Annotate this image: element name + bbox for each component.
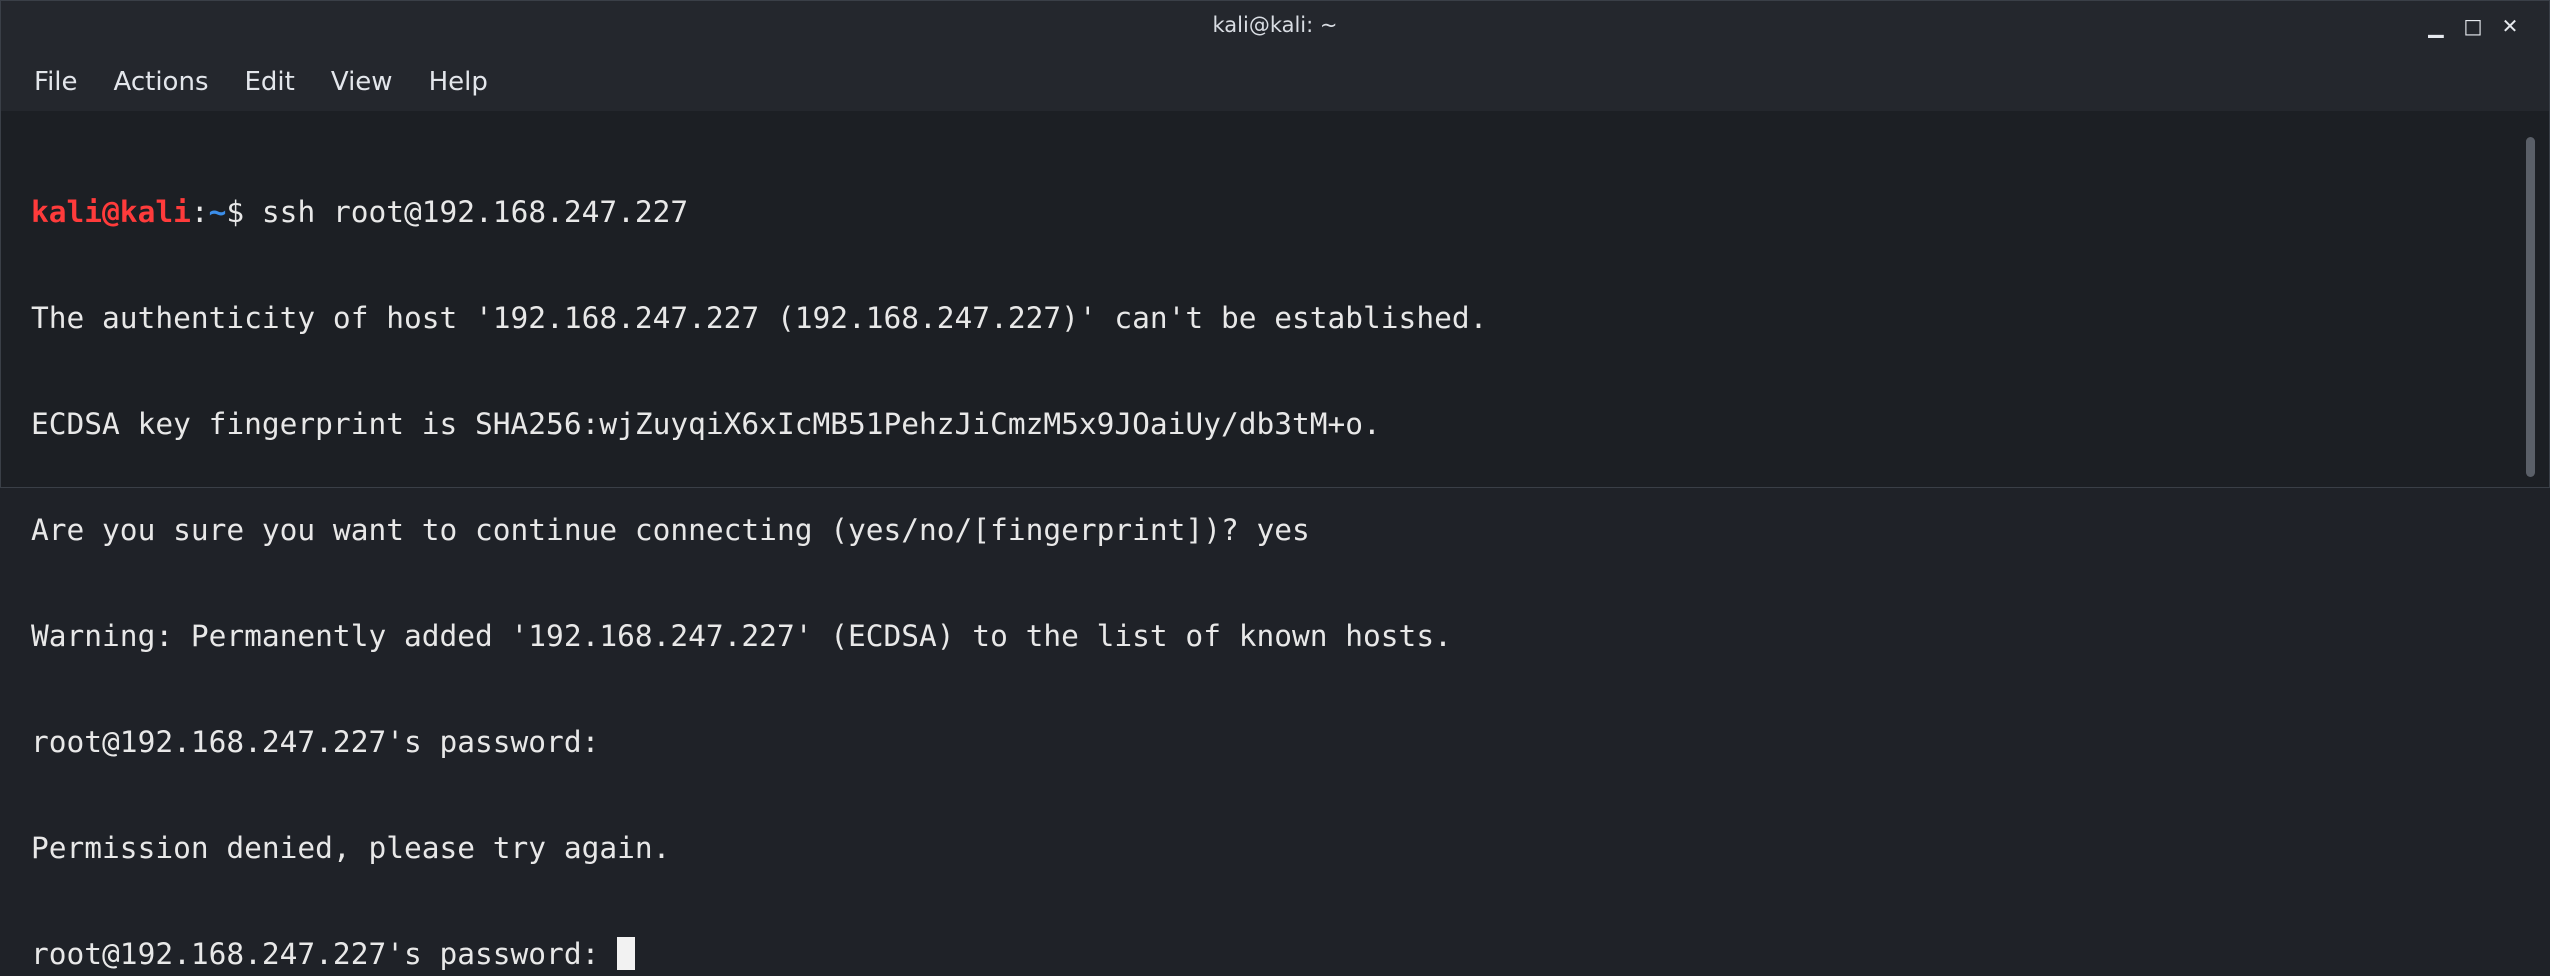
title-bar[interactable]: kali@kali: ~ ▁ □ ✕ xyxy=(1,1,2549,53)
output-line: Warning: Permanently added '192.168.247.… xyxy=(31,619,1452,653)
output-line: ECDSA key fingerprint is SHA256:wjZuyqiX… xyxy=(31,407,1381,441)
output-line: root@192.168.247.227's password: xyxy=(31,725,600,759)
menu-edit[interactable]: Edit xyxy=(227,53,313,111)
prompt-user-host: kali@kali xyxy=(31,195,191,229)
menu-file[interactable]: File xyxy=(1,53,96,111)
maximize-button[interactable]: □ xyxy=(2460,13,2486,39)
prompt-symbol: $ xyxy=(226,195,262,229)
vertical-scrollbar[interactable] xyxy=(2511,111,2549,487)
password-prompt-line: root@192.168.247.227's password: xyxy=(31,935,2511,973)
maximize-icon: □ xyxy=(2463,14,2483,38)
menu-view[interactable]: View xyxy=(313,53,411,111)
prompt-colon: : xyxy=(190,195,209,229)
password-prompt-text: root@192.168.247.227's password: xyxy=(31,937,618,971)
close-icon: ✕ xyxy=(2501,14,2519,38)
close-button[interactable]: ✕ xyxy=(2497,13,2523,39)
minimize-icon: ▁ xyxy=(2428,14,2444,38)
minimize-button[interactable]: ▁ xyxy=(2423,13,2449,39)
scrollbar-thumb[interactable] xyxy=(2526,137,2535,477)
text-cursor xyxy=(617,937,636,970)
output-line: Permission denied, please try again. xyxy=(31,831,671,865)
prompt-command: ssh root@192.168.247.227 xyxy=(261,195,689,229)
prompt-line: kali@kali:~$ ssh root@192.168.247.227 xyxy=(31,193,2511,231)
output-line: Are you sure you want to continue connec… xyxy=(31,513,1310,547)
output-line: The authenticity of host '192.168.247.22… xyxy=(31,301,1488,335)
prompt-path: ~ xyxy=(208,195,227,229)
menu-help[interactable]: Help xyxy=(411,53,506,111)
terminal-output[interactable]: kali@kali:~$ ssh root@192.168.247.227 Th… xyxy=(1,111,2511,971)
menu-actions[interactable]: Actions xyxy=(96,53,227,111)
window-title: kali@kali: ~ xyxy=(1212,13,1338,37)
menu-bar: File Actions Edit View Help xyxy=(1,53,2549,111)
terminal-window: kali@kali: ~ ▁ □ ✕ File Actions Edit Vie… xyxy=(0,0,2550,971)
